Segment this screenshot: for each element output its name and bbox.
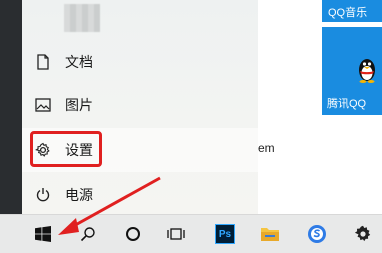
qq-penguin-icon <box>356 55 378 88</box>
start-menu-item-pictures[interactable]: 图片 <box>22 83 258 127</box>
power-label: 电源 <box>65 187 93 203</box>
folder-icon <box>261 228 279 241</box>
taskbar-file-explorer-button[interactable] <box>255 215 285 253</box>
taskbar-task-view-button[interactable] <box>163 215 189 253</box>
tile-tencent-qq[interactable]: 腾讯QQ <box>322 27 382 115</box>
tile-qq-music-label: QQ音乐 <box>328 7 368 19</box>
search-icon <box>80 227 95 242</box>
windows-logo-icon <box>35 226 51 242</box>
taskbar-search-button[interactable] <box>75 215 101 253</box>
taskbar-settings-button[interactable] <box>348 215 378 253</box>
partial-app-name: em <box>258 141 275 155</box>
start-menu-item-power[interactable]: 电源 <box>22 173 258 217</box>
start-menu-item-documents[interactable]: 文档 <box>22 40 258 84</box>
taskbar: Ps <box>0 214 382 253</box>
photoshop-icon: Ps <box>215 224 235 244</box>
settings-gear-icon <box>354 225 371 242</box>
settings-highlight-box <box>30 131 102 167</box>
picture-icon <box>35 97 51 113</box>
tile-qq-music[interactable]: QQ音乐 <box>322 0 382 22</box>
sogou-browser-icon <box>308 225 326 243</box>
task-view-icon <box>167 228 185 240</box>
tile-tencent-qq-label: 腾讯QQ <box>327 98 367 110</box>
user-avatar[interactable] <box>64 4 100 32</box>
power-icon <box>35 187 51 203</box>
document-icon <box>35 54 51 70</box>
cortana-circle-icon <box>126 227 140 241</box>
taskbar-sogou-button[interactable] <box>302 215 332 253</box>
start-menu-left-strip <box>0 0 22 214</box>
pictures-label: 图片 <box>65 97 93 113</box>
start-button[interactable] <box>30 215 56 253</box>
taskbar-photoshop-button[interactable]: Ps <box>210 215 240 253</box>
taskbar-cortana-button[interactable] <box>120 215 146 253</box>
documents-label: 文档 <box>65 54 93 70</box>
